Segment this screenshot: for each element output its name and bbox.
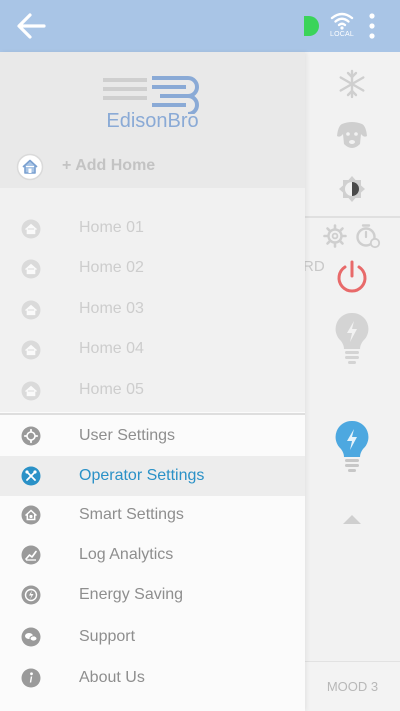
brightness-icon[interactable] (337, 174, 367, 209)
home-icon (21, 340, 41, 360)
navigation-drawer: EdisonBro + Add Home Home 01 Home 02 Hom… (0, 52, 305, 711)
home-label: Home 03 (79, 300, 144, 317)
timer-icon[interactable] (354, 222, 382, 255)
arrow-up-icon[interactable] (342, 512, 362, 530)
snowflake-icon[interactable] (336, 68, 368, 105)
menu-item-label: Support (79, 628, 136, 645)
settings-icon[interactable] (323, 224, 347, 253)
chart-icon (21, 545, 41, 565)
menu-item-log-analytics[interactable]: Log Analytics (0, 535, 305, 575)
connection-status-icon (298, 15, 320, 37)
truncated-device-label: RD (303, 258, 325, 275)
home-icon (21, 219, 41, 239)
menu-item-energy-saving[interactable]: Energy Saving (0, 575, 305, 615)
home-icon (21, 300, 41, 320)
menu-item-label: Operator Settings (79, 467, 205, 484)
home-list-item[interactable]: Home 02 (0, 248, 305, 288)
home-list-item[interactable]: Home 04 (0, 329, 305, 369)
panel-divider (305, 216, 400, 218)
more-vertical-icon[interactable] (366, 12, 378, 40)
smart-home-icon (21, 505, 41, 525)
drawer-header: EdisonBro + Add Home (0, 52, 305, 188)
home-label: Home 04 (79, 340, 144, 357)
energy-icon (21, 585, 41, 605)
power-icon[interactable] (335, 259, 369, 300)
bulb-off-icon[interactable] (333, 311, 371, 370)
add-home-label: + Add Home (62, 157, 156, 174)
homes-list: Home 01 Home 02 Home 03 Home 04 Home 05 (0, 188, 305, 412)
menu-item-smart-settings[interactable]: Smart Settings (0, 495, 305, 535)
menu-divider (0, 413, 305, 415)
home-icon (21, 381, 41, 401)
edisonbro-logo (100, 74, 204, 116)
menu-item-label: About Us (79, 669, 145, 686)
home-label: Home 01 (79, 219, 144, 236)
menu-item-label: Energy Saving (79, 586, 184, 603)
home-label: Home 05 (79, 381, 144, 398)
brand-name: EdisonBro (106, 110, 199, 132)
menu-item-label: Log Analytics (79, 546, 174, 563)
menu-item-support[interactable]: Support (0, 617, 305, 657)
home-plus-icon (16, 153, 44, 181)
home-label: Home 02 (79, 259, 144, 276)
support-icon (21, 627, 41, 647)
home-list-item[interactable]: Home 05 (0, 370, 305, 410)
mood-button[interactable]: MOOD 3 (305, 661, 400, 711)
dog-icon[interactable] (334, 118, 370, 159)
bulb-on-icon[interactable] (333, 419, 371, 478)
menu-item-label: Smart Settings (79, 506, 184, 523)
home-list-item[interactable]: Home 01 (0, 208, 305, 248)
info-icon (21, 668, 41, 688)
menu-item-operator-settings[interactable]: Operator Settings (0, 456, 305, 496)
wifi-mode-label: LOCAL (330, 31, 354, 38)
home-icon (21, 259, 41, 279)
arrow-left-icon[interactable] (14, 11, 48, 41)
wifi-icon: LOCAL (330, 12, 354, 40)
home-list-item[interactable]: Home 03 (0, 289, 305, 329)
menu-item-about-us[interactable]: About Us (0, 658, 305, 698)
tools-icon (21, 466, 41, 486)
top-app-bar: LOCAL (0, 0, 400, 52)
menu-item-user-settings[interactable]: User Settings (0, 416, 305, 456)
menu-item-label: User Settings (79, 427, 176, 444)
gear-icon (21, 426, 41, 446)
